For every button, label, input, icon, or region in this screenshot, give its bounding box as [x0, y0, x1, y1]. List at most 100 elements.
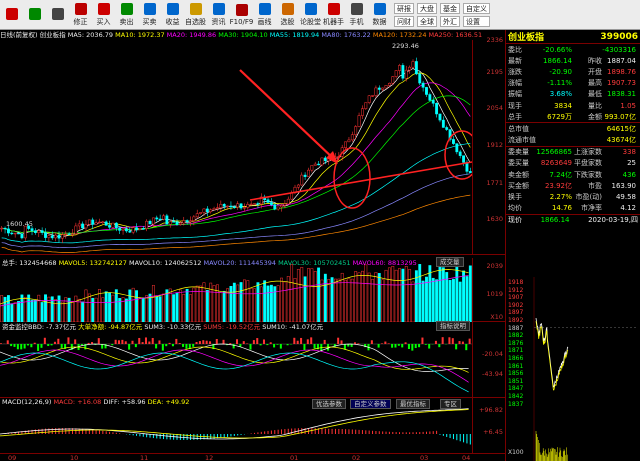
candle-body — [77, 223, 81, 227]
edit-button[interactable]: 修正 — [69, 1, 92, 29]
month-tick: 01 — [290, 454, 299, 461]
annotation-circle — [444, 130, 480, 180]
tab-best-indicator[interactable]: 最优指标 — [396, 399, 430, 409]
volume-bar — [162, 293, 165, 323]
ma-line — [1, 82, 471, 235]
candle-body — [441, 119, 445, 128]
candle-body — [94, 222, 98, 225]
buy-button[interactable]: 买入 — [92, 1, 115, 29]
volume-bar — [421, 280, 425, 323]
volume-bar — [242, 279, 246, 323]
square-button[interactable] — [46, 1, 69, 29]
toolbar-dropdown[interactable]: 外汇 — [440, 15, 460, 27]
macd-chart[interactable]: MACD(12,26,9) MACD: +16.08 DIFF: +58.96 … — [0, 398, 505, 453]
volume-button[interactable]: 成交量 — [436, 257, 464, 267]
index-code: 399006 — [600, 31, 638, 42]
forum-button[interactable]: 论股堂 — [299, 1, 322, 29]
fund-flow-bar — [148, 341, 151, 344]
credit-buy-button[interactable]: 买卖 — [138, 1, 161, 29]
minute-chart[interactable]: 1918 1912 1907 1902 1897 1892 1887 1882 1876 1871… — [506, 277, 640, 461]
low-label: 1600.45 — [6, 220, 33, 228]
candle-body — [175, 221, 179, 225]
minute-tick: 1887 — [508, 324, 524, 332]
fund-flow-chart[interactable]: 资金监控BBD: -7.37亿元 大单净额: -94.87亿元 SUM3: -1… — [0, 321, 505, 398]
toolbar-dropdown[interactable]: 研报 — [394, 2, 414, 14]
candle-body — [256, 203, 260, 205]
candle-body — [344, 141, 348, 148]
f10-button[interactable]: F10/F9 — [230, 1, 253, 29]
toolbar-dropdown[interactable]: 设置 — [463, 15, 490, 27]
candle-body — [360, 108, 364, 116]
volume-bar — [124, 298, 128, 323]
toolbar-dropdown[interactable]: 问财 — [394, 15, 414, 27]
star-button[interactable]: 自选股 — [184, 1, 207, 29]
volume-bar — [128, 289, 132, 323]
fund-flow-bar — [414, 344, 417, 349]
volume-bar — [455, 267, 459, 323]
minute-tick: 1912 — [508, 286, 524, 294]
sell-button[interactable]: 卖出 — [115, 1, 138, 29]
quote-l2: 开盘 — [588, 67, 602, 76]
page-button[interactable]: 收益 — [161, 1, 184, 29]
tab-zone[interactable]: 专区 — [440, 399, 461, 409]
volume-bar — [374, 272, 378, 323]
candle-body — [242, 207, 246, 209]
volume-bar — [189, 294, 192, 323]
volume-bar — [44, 294, 47, 323]
volume-bar — [269, 284, 273, 323]
volume-tick: 1019 — [486, 290, 503, 298]
volume-bar — [354, 271, 358, 323]
toolbar-dropdown[interactable]: 大盘 — [417, 2, 437, 14]
minute-date: 2020-03-19,四 — [588, 215, 638, 224]
volume-bar — [60, 301, 64, 323]
month-tick: 12 — [205, 454, 214, 461]
volume-bar — [111, 294, 115, 323]
quote-v1: 3834 — [554, 101, 572, 110]
fund-flow-bar — [202, 340, 205, 344]
tab-optimal-params[interactable]: 优选参数 — [312, 399, 346, 409]
volume-bar — [226, 288, 230, 323]
fund-flow-bar — [175, 338, 178, 344]
volume-bar — [462, 270, 466, 323]
quote-l2: 上涨家数 — [574, 148, 602, 157]
quote-l2: 最低 — [588, 90, 602, 99]
toolbar-dropdown[interactable]: 全球 — [417, 15, 437, 27]
phone-button[interactable]: 手机 — [345, 1, 368, 29]
month-tick: 10 — [70, 454, 79, 461]
edit-icon — [74, 2, 87, 15]
back-button[interactable] — [0, 1, 23, 29]
fund-flow-bar — [441, 337, 444, 344]
volume-bar — [202, 282, 206, 323]
news-button[interactable]: 资讯 — [207, 1, 230, 29]
info-button[interactable]: 数据 — [368, 1, 391, 29]
robot-button[interactable]: 机器手 — [322, 1, 345, 29]
ma250-value: MA250: 1636.51 — [428, 31, 483, 39]
filter-button[interactable]: 选股 — [276, 1, 299, 29]
toolbar-dropdown[interactable]: 自定义 — [463, 2, 490, 14]
candle-body — [71, 233, 74, 235]
volume-bar — [172, 294, 176, 323]
fund-flow-bar — [461, 341, 464, 344]
kline-chart[interactable]: 2293.46 1600.45 — [0, 40, 506, 255]
candle-body — [128, 230, 132, 233]
indicator-help-button[interactable]: 指标说明 — [436, 321, 470, 331]
volume-bar — [381, 279, 385, 323]
candle-body — [371, 95, 374, 97]
quote-l2: 下跌家数 — [574, 170, 602, 179]
forward-button[interactable] — [23, 1, 46, 29]
volume-bar — [293, 277, 297, 323]
fund-flow-bar — [249, 344, 252, 350]
candle-body — [111, 222, 115, 228]
volume-bar — [334, 278, 337, 323]
fund-flow-bar — [47, 344, 50, 347]
volume-bar — [232, 282, 236, 323]
candle-body — [135, 227, 138, 230]
quote-row: 总手 6729万 金额 993.07亿 — [506, 111, 640, 122]
toolbar-dropdown[interactable]: 基金 — [440, 2, 460, 14]
quote-row: 总市值 64615亿 — [506, 123, 640, 134]
tab-custom-params[interactable]: 自定义参数 — [350, 399, 391, 409]
volume-chart[interactable]: 总手: 132454668 MAVOL5: 132742127 MAVOL10:… — [0, 257, 505, 323]
fund-flow-bar — [337, 337, 340, 344]
screen-button[interactable]: 画线 — [253, 1, 276, 29]
price-tick: 1771 — [486, 179, 503, 187]
